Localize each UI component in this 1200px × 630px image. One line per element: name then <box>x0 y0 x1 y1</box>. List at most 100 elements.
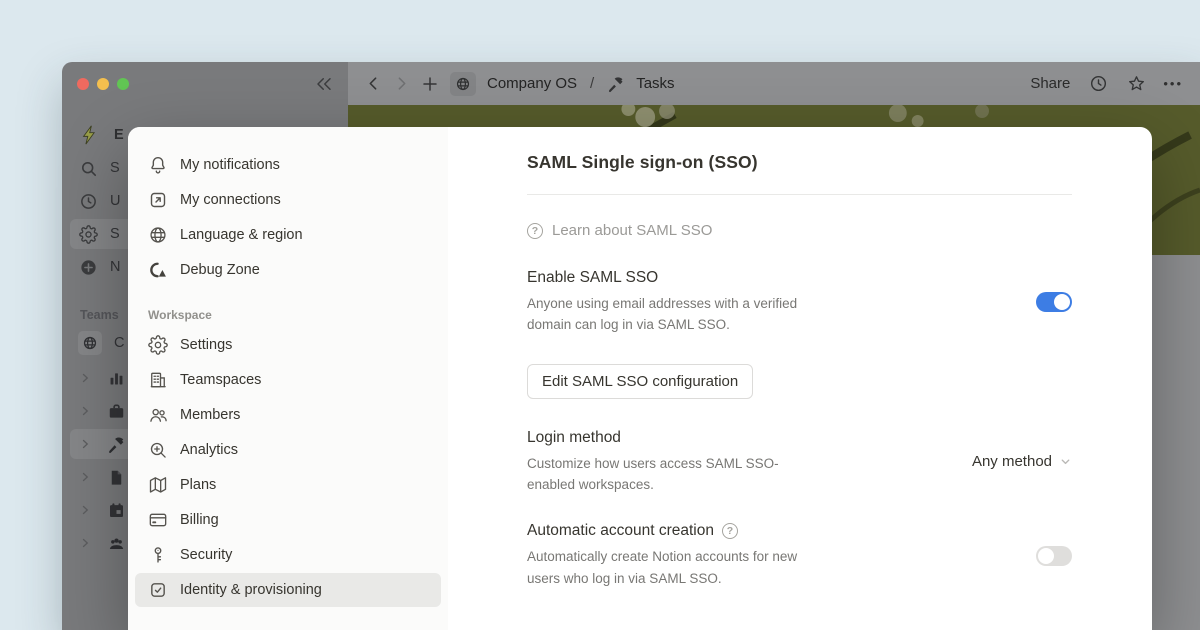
sidebar-item-label: S <box>110 160 120 176</box>
minimize-window-button[interactable] <box>97 78 109 90</box>
titlebar-sidebar-section <box>62 62 348 105</box>
zoom-window-button[interactable] <box>117 78 129 90</box>
settings-nav-identity-provisioning[interactable]: Identity & provisioning <box>135 573 441 607</box>
hammer-icon <box>106 435 126 454</box>
settings-nav-language-region[interactable]: Language & region <box>135 218 441 252</box>
workspace-logo-icon <box>78 123 102 147</box>
settings-nav-label: Identity & provisioning <box>180 582 322 598</box>
collapse-sidebar-icon[interactable] <box>315 75 333 93</box>
settings-nav-label: Security <box>180 547 232 563</box>
settings-nav-billing[interactable]: Billing <box>135 503 441 537</box>
workspace-name: E <box>114 127 124 143</box>
titlebar-main-section: Company OS / Tasks Share ••• <box>348 62 1200 105</box>
chevron-right-icon[interactable] <box>78 405 92 417</box>
settings-nav-my-notifications[interactable]: My notifications <box>135 148 441 182</box>
bar-chart-icon <box>106 369 126 388</box>
auto-account-creation-row: Automatic account creation ? Automatical… <box>527 522 1072 589</box>
settings-nav-security[interactable]: Security <box>135 538 441 572</box>
settings-modal: My notifications My connections Language… <box>128 127 1152 630</box>
share-button[interactable]: Share <box>1030 75 1070 92</box>
calendar-icon <box>106 501 126 520</box>
enable-saml-toggle[interactable] <box>1036 292 1072 312</box>
edit-saml-config-button[interactable]: Edit SAML SSO configuration <box>527 364 753 399</box>
settings-nav-my-connections[interactable]: My connections <box>135 183 441 217</box>
breadcrumb-workspace[interactable]: Company OS <box>487 75 577 92</box>
settings-nav-label: Settings <box>180 337 232 353</box>
close-window-button[interactable] <box>77 78 89 90</box>
credit-card-icon <box>148 510 168 530</box>
learn-about-saml-link[interactable]: ? Learn about SAML SSO <box>527 222 1072 239</box>
login-method-value: Any method <box>972 453 1052 470</box>
settings-nav-label: Language & region <box>180 227 303 243</box>
auto-account-creation-toggle[interactable] <box>1036 546 1072 566</box>
globe-icon <box>78 331 102 355</box>
key-icon <box>148 545 168 565</box>
nav-back-icon[interactable] <box>365 75 382 92</box>
id-check-icon <box>148 580 168 600</box>
sidebar-item-label: S <box>110 226 120 242</box>
sidebar-item-label: N <box>110 259 120 275</box>
briefcase-icon <box>106 402 126 421</box>
divider <box>527 194 1072 195</box>
chevron-right-icon[interactable] <box>78 471 92 483</box>
toggle-knob <box>1038 548 1054 564</box>
login-method-title: Login method <box>527 429 819 447</box>
debug-icon <box>148 260 168 280</box>
auto-account-creation-title: Automatic account creation ? <box>527 522 819 540</box>
clock-icon <box>78 192 98 211</box>
document-icon <box>106 468 126 487</box>
auto-account-creation-label: Automatic account creation <box>527 522 714 540</box>
login-method-row: Login method Customize how users access … <box>527 429 1072 496</box>
settings-nav: My notifications My connections Language… <box>128 127 448 630</box>
breadcrumb-separator: / <box>590 75 594 92</box>
login-method-dropdown[interactable]: Any method <box>972 453 1072 470</box>
settings-nav-label: Teamspaces <box>180 372 261 388</box>
traffic-lights <box>77 78 129 90</box>
settings-nav-label: Debug Zone <box>180 262 260 278</box>
settings-nav-label: My connections <box>180 192 281 208</box>
new-tab-icon[interactable] <box>421 75 439 93</box>
question-circle-icon: ? <box>527 223 543 239</box>
chevron-down-icon <box>1059 455 1072 468</box>
nav-forward-icon[interactable] <box>393 75 410 92</box>
settings-nav-label: My notifications <box>180 157 280 173</box>
favorite-star-icon[interactable] <box>1127 74 1146 93</box>
auto-account-creation-description: Automatically create Notion accounts for… <box>527 546 819 589</box>
screenshot-root: Company OS / Tasks Share ••• <box>0 0 1200 630</box>
settings-nav-plans[interactable]: Plans <box>135 468 441 502</box>
page-title: SAML Single sign-on (SSO) <box>527 152 1072 173</box>
breadcrumb-page[interactable]: Tasks <box>636 75 674 92</box>
gear-icon <box>148 335 168 355</box>
settings-nav-section-header: Workspace <box>148 308 448 322</box>
question-circle-icon[interactable]: ? <box>722 523 738 539</box>
window-titlebar: Company OS / Tasks Share ••• <box>62 62 1200 105</box>
arrow-out-box-icon <box>148 190 168 210</box>
gear-icon <box>78 225 98 244</box>
settings-nav-members[interactable]: Members <box>135 398 441 432</box>
enable-saml-title: Enable SAML SSO <box>527 269 819 287</box>
sidebar-item-label: U <box>110 193 120 209</box>
building-icon <box>148 370 168 390</box>
people-icon <box>106 534 126 553</box>
history-clock-icon[interactable] <box>1089 74 1108 93</box>
search-icon <box>78 159 98 178</box>
toggle-knob <box>1054 294 1070 310</box>
map-icon <box>148 475 168 495</box>
login-method-description: Customize how users access SAML SSO-enab… <box>527 453 819 496</box>
settings-nav-label: Analytics <box>180 442 238 458</box>
magnifier-plus-icon <box>148 440 168 460</box>
globe-icon <box>148 225 168 245</box>
bell-icon <box>148 155 168 175</box>
chevron-right-icon[interactable] <box>78 537 92 549</box>
chevron-right-icon[interactable] <box>78 504 92 516</box>
breadcrumb-workspace-icon[interactable] <box>450 72 476 96</box>
more-options-icon[interactable]: ••• <box>1163 76 1183 91</box>
settings-nav-analytics[interactable]: Analytics <box>135 433 441 467</box>
settings-nav-teamspaces[interactable]: Teamspaces <box>135 363 441 397</box>
people-icon <box>148 405 168 425</box>
settings-nav-settings[interactable]: Settings <box>135 328 441 362</box>
settings-nav-debug-zone[interactable]: Debug Zone <box>135 253 441 287</box>
settings-nav-label: Members <box>180 407 240 423</box>
chevron-right-icon[interactable] <box>78 372 92 384</box>
chevron-right-icon[interactable] <box>78 438 92 450</box>
